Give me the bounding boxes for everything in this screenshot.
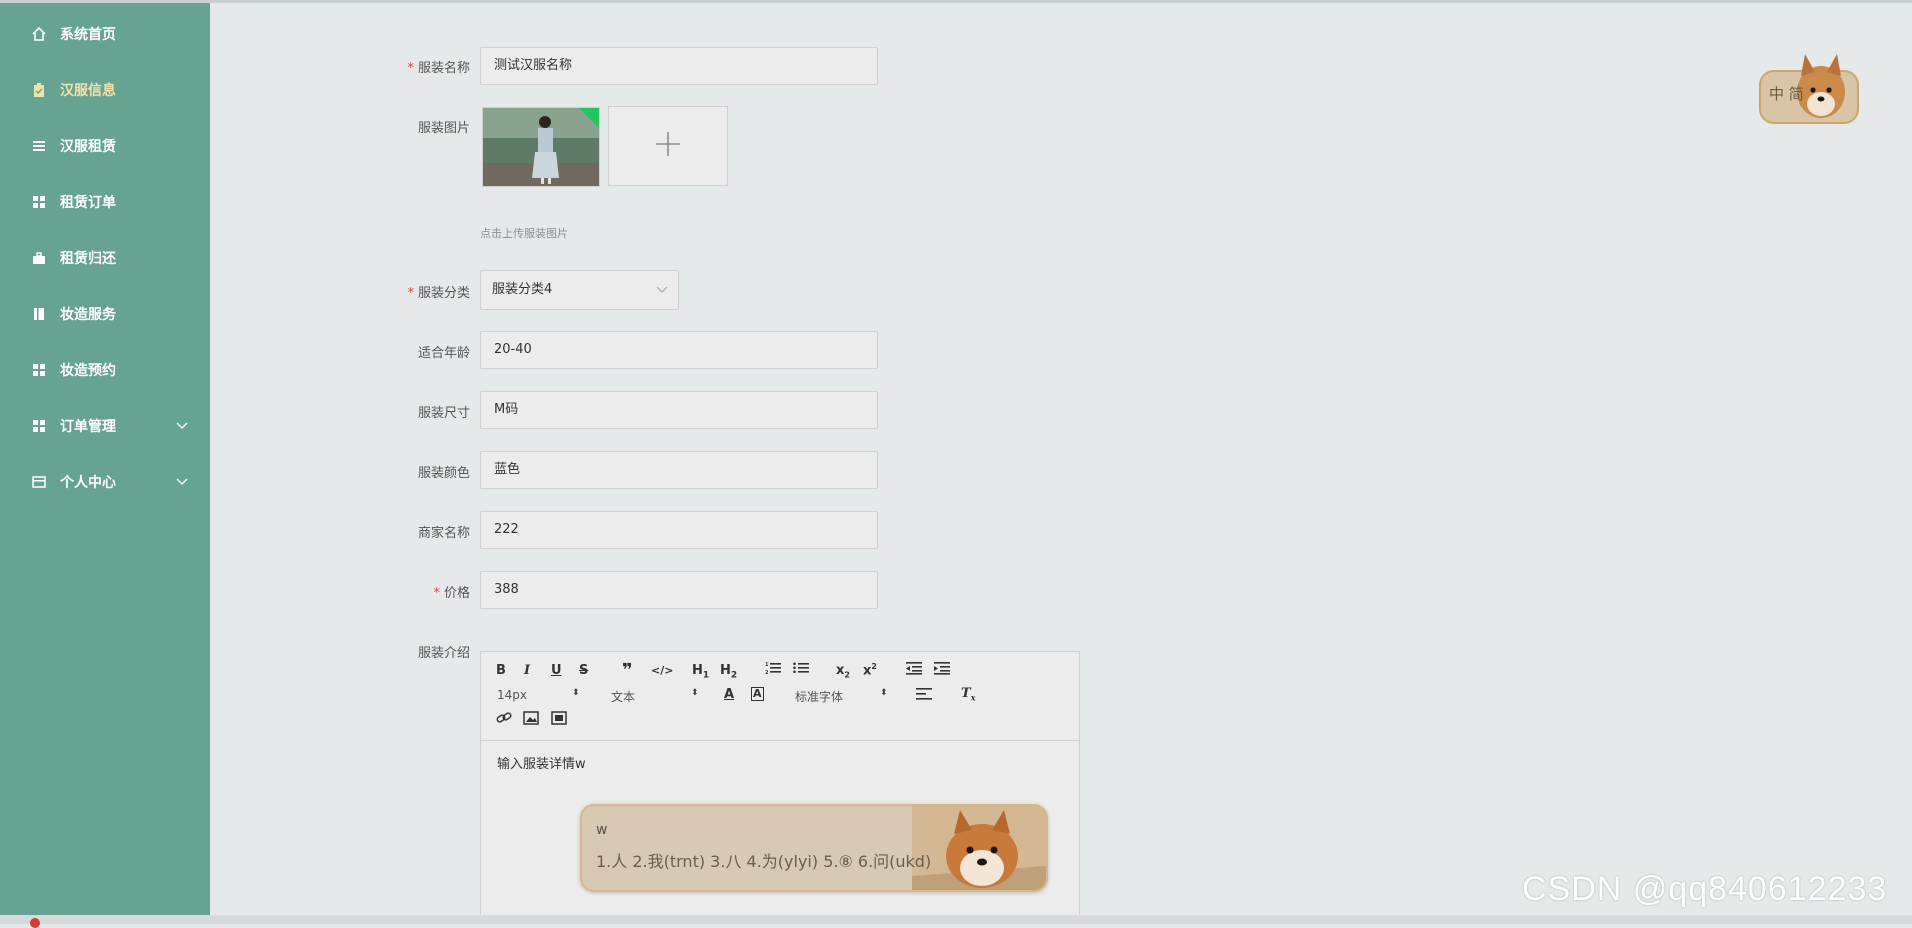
font-size-select[interactable]: 14px ⬍ — [497, 688, 580, 702]
bold-icon[interactable]: B — [496, 663, 506, 678]
age-label: 适合年龄 — [417, 346, 470, 361]
align-left-icon[interactable] — [916, 687, 932, 705]
clear-format-icon[interactable]: Tx — [961, 686, 975, 703]
svg-text:1: 1 — [765, 662, 769, 668]
sidebar-item-label: 租赁归还 — [60, 251, 116, 267]
blockquote-icon[interactable]: ❞ — [622, 660, 633, 681]
uploaded-image-thumbnail[interactable] — [482, 107, 600, 187]
sidebar-item-rental-return[interactable]: 租赁归还 — [0, 230, 210, 286]
ordered-list-icon[interactable]: 12 — [765, 661, 781, 679]
up-down-icon: ⬍ — [691, 688, 699, 698]
sidebar-item-label: 汉服租赁 — [60, 139, 116, 155]
editor-toolbar: B I U S ❞ </> H1 H2 12 x2 x2 14px ⬍ 文本 ⬍… — [481, 652, 1079, 741]
required-mark: * — [407, 286, 414, 301]
color-label: 服装颜色 — [417, 466, 470, 481]
sidebar-item-home[interactable]: 系统首页 — [0, 6, 210, 62]
home-icon — [30, 25, 48, 43]
underline-icon[interactable]: U — [551, 663, 562, 678]
watermark: CSDN @qq840612233 — [1522, 870, 1888, 908]
ime-composition: w — [596, 822, 608, 838]
sidebar-item-label: 妆造预约 — [60, 363, 116, 379]
sidebar-item-label: 订单管理 — [60, 419, 116, 435]
merchant-input[interactable]: 222 — [480, 511, 878, 549]
list-icon — [30, 137, 48, 155]
sidebar-item-rental-orders[interactable]: 租赁订单 — [0, 174, 210, 230]
font-family-select[interactable]: 标准字体 ⬍ — [795, 688, 888, 705]
indent-icon[interactable] — [934, 661, 950, 679]
required-mark: * — [433, 586, 440, 601]
top-border — [0, 0, 1912, 3]
video-icon[interactable] — [551, 711, 567, 729]
merchant-label: 商家名称 — [417, 526, 470, 541]
chevron-down-icon — [176, 419, 188, 433]
category-select[interactable]: 服装分类4 — [480, 270, 679, 310]
status-dot — [30, 918, 40, 928]
background-color-icon[interactable]: A — [751, 687, 764, 701]
font-color-icon[interactable]: A — [724, 687, 734, 702]
text-style-select[interactable]: 文本 ⬍ — [611, 688, 699, 705]
upload-hint: 点击上传服装图片 — [480, 227, 568, 240]
price-label: * 价格 — [433, 586, 470, 601]
color-input[interactable]: 蓝色 — [480, 451, 878, 489]
name-label: * 服装名称 — [407, 61, 470, 76]
editor-content[interactable]: 输入服装详情w — [497, 753, 586, 772]
size-input[interactable]: M码 — [480, 391, 878, 429]
sidebar-item-order-management[interactable]: 订单管理 — [0, 398, 210, 454]
age-input[interactable]: 20-40 — [480, 331, 878, 369]
strikethrough-icon[interactable]: S — [579, 663, 588, 678]
image-icon[interactable] — [523, 711, 539, 729]
sidebar-item-personal-center[interactable]: 个人中心 — [0, 454, 210, 510]
italic-icon[interactable]: I — [524, 663, 530, 678]
size-label: 服装尺寸 — [417, 406, 470, 421]
briefcase-icon — [30, 249, 48, 267]
taskbar-strip — [0, 915, 1912, 928]
grid-icon — [30, 417, 48, 435]
code-block-icon[interactable]: </> — [651, 664, 673, 677]
name-input[interactable]: 测试汉服名称 — [480, 47, 878, 85]
sidebar-item-label: 妆造服务 — [60, 307, 116, 323]
superscript-icon[interactable]: x2 — [863, 662, 877, 678]
image-label: 服装图片 — [417, 121, 470, 136]
up-down-icon: ⬍ — [880, 688, 888, 698]
plus-icon — [654, 130, 682, 162]
category-label: * 服装分类 — [407, 286, 470, 301]
bullet-list-icon[interactable] — [793, 661, 809, 679]
chevron-down-icon — [656, 271, 668, 309]
book-icon — [30, 305, 48, 323]
sidebar-item-makeup-service[interactable]: 妆造服务 — [0, 286, 210, 342]
subscript-icon[interactable]: x2 — [836, 663, 850, 680]
image-upload-button[interactable] — [608, 106, 728, 186]
ime-candidates[interactable]: 1.人 2.我(trnt) 3.八 4.为(ylyi) 5.⑧ 6.问(ukd) — [596, 848, 931, 872]
heading1-icon[interactable]: H1 — [692, 663, 709, 681]
intro-label: 服装介绍 — [417, 646, 470, 661]
sidebar-item-label: 汉服信息 — [60, 83, 116, 99]
up-down-icon: ⬍ — [572, 688, 580, 698]
sidebar-item-label: 个人中心 — [60, 475, 116, 491]
sidebar-item-hanfu-info[interactable]: 汉服信息 — [0, 62, 210, 118]
required-mark: * — [407, 61, 414, 76]
category-selected-value: 服装分类4 — [492, 282, 553, 297]
grid-icon — [30, 361, 48, 379]
heading2-icon[interactable]: H2 — [720, 663, 737, 681]
chevron-down-icon — [176, 475, 188, 489]
grid-icon — [30, 193, 48, 211]
clipboard-icon — [30, 81, 48, 99]
card-icon — [30, 473, 48, 491]
sidebar-item-makeup-booking[interactable]: 妆造预约 — [0, 342, 210, 398]
svg-text:2: 2 — [765, 670, 769, 675]
ime-status-text: 中 简 — [1769, 85, 1804, 103]
sidebar-item-label: 系统首页 — [60, 27, 116, 43]
sidebar-item-hanfu-rental[interactable]: 汉服租赁 — [0, 118, 210, 174]
price-input[interactable]: 388 — [480, 571, 878, 609]
ime-status-widget[interactable]: 中 简 — [1759, 50, 1859, 126]
outdent-icon[interactable] — [906, 661, 922, 679]
sidebar: 系统首页 汉服信息 汉服租赁 租赁订单 租赁归还 妆造服务 妆造预约 订单管理 … — [0, 3, 210, 915]
link-icon[interactable] — [496, 711, 512, 729]
ime-candidate-window: w 1.人 2.我(trnt) 3.八 4.为(ylyi) 5.⑧ 6.问(uk… — [580, 804, 1048, 892]
sidebar-item-label: 租赁订单 — [60, 195, 116, 211]
